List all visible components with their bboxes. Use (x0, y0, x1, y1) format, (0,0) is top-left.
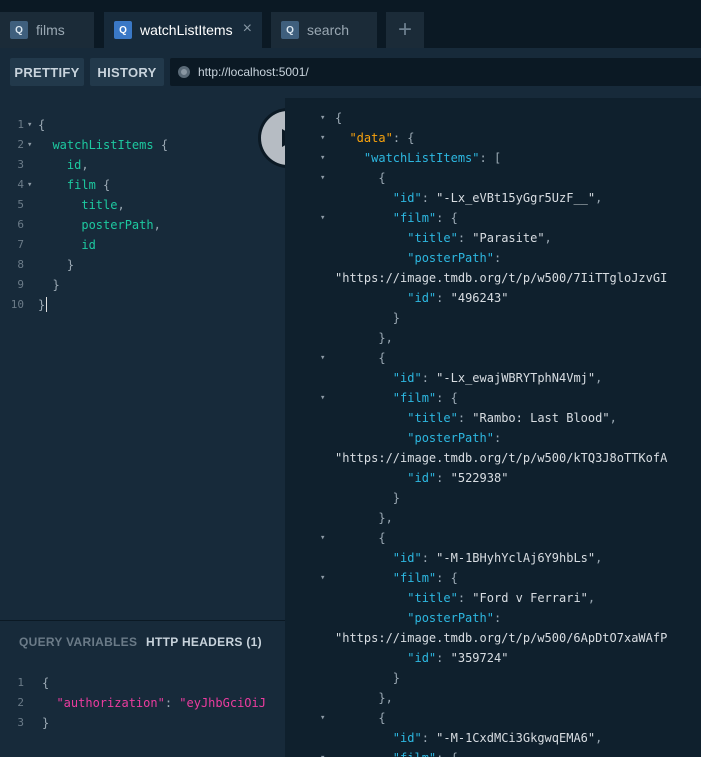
tab-query-variables[interactable]: QUERY VARIABLES (19, 635, 137, 649)
add-tab-button[interactable]: + (386, 12, 424, 48)
query-icon: Q (281, 21, 299, 39)
url-input[interactable]: http://localhost:5001/ (170, 58, 701, 86)
result-line: }, (335, 331, 393, 345)
line-number: 10 (10, 298, 24, 311)
result-line: }, (335, 691, 393, 705)
line-number: 1 (17, 676, 24, 689)
line-number: 4 (17, 178, 24, 191)
close-icon[interactable]: × (243, 21, 252, 37)
result-line: "id": "-M-1CxdMCi3GkgwqEMA6", (392, 731, 603, 745)
tab-bar: Q films Q watchListItems × Q search + (0, 0, 701, 48)
fold-arrow-icon[interactable]: ▾ (320, 208, 325, 228)
line-number: 3 (17, 716, 24, 729)
result-line: "title": "Rambo: Last Blood", (407, 411, 617, 425)
tab-films[interactable]: Q films (0, 12, 94, 48)
line-number: 2 (17, 138, 24, 151)
result-line: "film": { (335, 748, 458, 757)
result-line: "https://image.tmdb.org/t/p/w500/7IiTTgl… (335, 271, 668, 285)
header-line: } (42, 716, 50, 730)
header-line: { (42, 676, 50, 690)
line-number: 2 (17, 696, 24, 709)
fold-arrow-icon[interactable]: ▾ (320, 568, 325, 588)
url-text: http://localhost:5001/ (198, 65, 309, 79)
fold-arrow-icon[interactable]: ▾ (27, 175, 32, 195)
toolbar: PRETTIFY HISTORY http://localhost:5001/ (0, 48, 701, 98)
line-number: 9 (17, 278, 24, 291)
result-line: { (335, 531, 386, 545)
line-number: 5 (17, 198, 24, 211)
result-line: } (335, 311, 401, 325)
query-line: } (38, 278, 60, 292)
result-line: "posterPath": (407, 251, 502, 265)
tab-watchlistitems[interactable]: Q watchListItems × (104, 12, 262, 48)
fold-arrow-icon[interactable]: ▾ (320, 148, 325, 168)
result-pane: ▾ { ▾ "data": { ▾ "watchListItems": [ ▾ { "i… (285, 98, 701, 757)
result-line: "data": { (349, 131, 415, 145)
tab-label: search (307, 22, 350, 38)
fold-arrow-icon[interactable]: ▾ (320, 128, 325, 148)
tab-http-headers[interactable]: HTTP HEADERS (1) (146, 635, 262, 649)
result-line: { (335, 111, 343, 125)
tab-label: films (36, 22, 65, 38)
result-line: "film": { (392, 571, 458, 585)
result-line: "id": "-M-1BHyhYclAj6Y9hbLs", (392, 551, 603, 565)
line-number: 3 (17, 158, 24, 171)
query-icon: Q (114, 21, 132, 39)
fold-arrow-icon[interactable]: ▾ (320, 108, 325, 128)
result-line: "id": "-Lx_ewajWBRYTphN4Vmj", (392, 371, 603, 385)
query-line: posterPath, (81, 218, 161, 232)
query-line: title, (81, 198, 125, 212)
result-line: "watchListItems": [ (363, 151, 502, 165)
tab-search[interactable]: Q search (271, 12, 377, 48)
result-line: "id": "359724" (407, 651, 509, 665)
query-line: id, (66, 158, 89, 172)
result-line: { (335, 351, 386, 365)
fold-arrow-icon[interactable]: ▾ (320, 708, 325, 728)
result-line: "title": "Parasite", (407, 231, 552, 245)
result-line: "https://image.tmdb.org/t/p/w500/kTQ3J8o… (335, 451, 668, 465)
result-line: } (335, 491, 401, 505)
line-number: 6 (17, 218, 24, 231)
line-number: 1 (17, 118, 24, 131)
result-line: { (335, 171, 386, 185)
result-line: "id": "522938" (407, 471, 509, 485)
result-line: "id": "496243" (407, 291, 509, 305)
fold-arrow-icon[interactable]: ▾ (320, 748, 325, 757)
history-button[interactable]: HISTORY (90, 58, 164, 86)
query-line: } (38, 258, 75, 272)
query-line: film { (66, 178, 111, 192)
result-line: "film": { (392, 211, 458, 225)
result-line: { (335, 711, 386, 725)
line-number: 7 (17, 238, 24, 251)
result-line: "title": "Ford v Ferrari", (407, 591, 596, 605)
query-editor[interactable]: 1 ▾{2 ▾ watchListItems {3 id, 4 ▾ film {5 ti… (0, 98, 285, 620)
query-line: { (38, 118, 46, 132)
result-line: }, (335, 511, 393, 525)
result-line: "id": "-Lx_eVBt15yGgr5UzF__", (392, 191, 603, 205)
tab-label: watchListItems (140, 22, 233, 38)
prettify-button[interactable]: PRETTIFY (10, 58, 84, 86)
line-number: 8 (17, 258, 24, 271)
result-line: } (335, 671, 401, 685)
header-line: "authorization": "eyJhbGciOiJ (56, 696, 266, 710)
status-dot-icon (178, 66, 190, 78)
result-line: "posterPath": (407, 431, 502, 445)
fold-arrow-icon[interactable]: ▾ (320, 388, 325, 408)
fold-arrow-icon[interactable]: ▾ (320, 348, 325, 368)
result-line: "https://image.tmdb.org/t/p/w500/6ApDtO7… (335, 631, 668, 645)
fold-arrow-icon[interactable]: ▾ (320, 528, 325, 548)
query-line: id (81, 238, 96, 252)
fold-arrow-icon[interactable]: ▾ (320, 168, 325, 188)
result-line: "posterPath": (407, 611, 502, 625)
result-line: "film": { (392, 391, 458, 405)
fold-arrow-icon[interactable]: ▾ (27, 135, 32, 155)
text-cursor (46, 297, 47, 312)
query-line: watchListItems { (52, 138, 169, 152)
fold-arrow-icon[interactable]: ▾ (27, 115, 32, 135)
query-line: } (38, 298, 46, 312)
query-icon: Q (10, 21, 28, 39)
